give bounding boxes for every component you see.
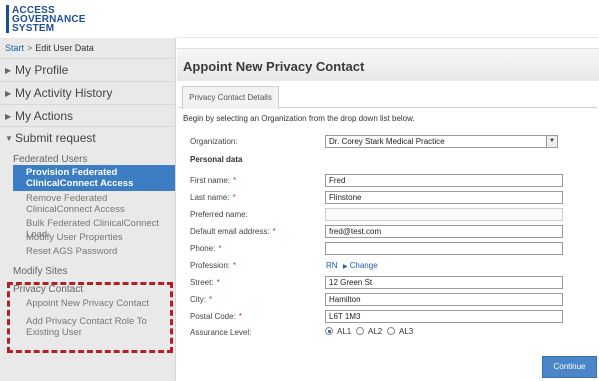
header-strip bbox=[177, 0, 599, 38]
required-marker: * bbox=[238, 312, 242, 321]
page-title: Appoint New Privacy Contact bbox=[183, 59, 365, 74]
breadcrumb: Start > Edit User Data bbox=[5, 43, 94, 53]
required-marker: * bbox=[232, 193, 236, 202]
menu-submit-request-label: Submit request bbox=[15, 131, 96, 145]
tab-row: Privacy Contact Details bbox=[179, 84, 597, 109]
street-label: Street: * bbox=[190, 278, 220, 287]
menu-my-activity-history[interactable]: ▶ My Activity History bbox=[0, 81, 176, 103]
assurance-al1-radio[interactable] bbox=[325, 327, 333, 335]
email-input[interactable]: fred@test.com bbox=[325, 225, 563, 238]
menu-submit-request[interactable]: ▼ Submit request bbox=[0, 126, 176, 148]
breadcrumb-start-link[interactable]: Start bbox=[5, 43, 24, 53]
ags-logo: ACCESS GOVERNANCE SYSTEM bbox=[0, 0, 176, 38]
menu-my-profile[interactable]: ▶ My Profile bbox=[0, 58, 176, 80]
required-marker: * bbox=[209, 295, 213, 304]
link-reset-ags-password[interactable]: Reset AGS Password bbox=[26, 246, 172, 257]
profession-change-link[interactable]: ▶ Change bbox=[343, 261, 378, 270]
city-label: City: * bbox=[190, 295, 212, 304]
profession-label-text: Profession: bbox=[190, 261, 231, 270]
phone-label-text: Phone: bbox=[190, 244, 216, 253]
preferred-name-input[interactable] bbox=[325, 208, 563, 221]
email-label: Default email address: * bbox=[190, 227, 276, 236]
menu-my-actions-label: My Actions bbox=[15, 109, 74, 123]
profession-change-label: Change bbox=[349, 261, 378, 270]
phone-label: Phone: * bbox=[190, 244, 221, 253]
link-appoint-new-privacy-contact[interactable]: Appoint New Privacy Contact bbox=[26, 298, 172, 309]
email-label-text: Default email address: bbox=[190, 227, 270, 236]
personal-data-label: Personal data bbox=[190, 155, 243, 164]
menu-my-actions[interactable]: ▶ My Actions bbox=[0, 104, 176, 126]
main-content: Appoint New Privacy Contact Privacy Cont… bbox=[177, 0, 599, 381]
triangle-right-icon: ▶ bbox=[5, 66, 12, 75]
federated-users-heading: Federated Users bbox=[13, 154, 88, 165]
profession-value: RN bbox=[326, 261, 338, 270]
assurance-al2-radio[interactable] bbox=[356, 327, 364, 335]
assurance-al1-label: AL1 bbox=[337, 327, 352, 336]
link-remove-federated-access[interactable]: Remove Federated ClinicalConnect Access bbox=[26, 193, 172, 215]
breadcrumb-current: Edit User Data bbox=[35, 43, 94, 53]
organization-label: Organization: bbox=[190, 137, 238, 146]
city-input[interactable]: Hamilton bbox=[325, 293, 563, 306]
required-marker: * bbox=[272, 227, 276, 236]
last-name-input[interactable]: Flinstone bbox=[325, 191, 563, 204]
title-bar: Appoint New Privacy Contact bbox=[177, 48, 599, 81]
assurance-level-label: Assurance Level: bbox=[190, 328, 252, 337]
last-name-label: Last name: * bbox=[190, 193, 236, 202]
organization-select[interactable]: Dr. Corey Stark Medical Practice ▼ bbox=[325, 135, 558, 148]
triangle-right-icon: ▶ bbox=[343, 264, 348, 270]
privacy-contact-heading: Privacy Contact bbox=[13, 284, 84, 295]
first-name-input[interactable]: Fred bbox=[325, 174, 563, 187]
link-modify-user-properties[interactable]: Modify User Properties bbox=[26, 232, 172, 243]
link-add-privacy-contact-role[interactable]: Add Privacy Contact Role To Existing Use… bbox=[26, 316, 172, 338]
required-marker: * bbox=[233, 261, 237, 270]
chevron-down-icon[interactable]: ▼ bbox=[546, 136, 557, 147]
last-name-label-text: Last name: bbox=[190, 193, 230, 202]
intro-text: Begin by selecting an Organization from … bbox=[183, 114, 415, 123]
organization-select-value: Dr. Corey Stark Medical Practice bbox=[329, 137, 445, 146]
sidebar: ACCESS GOVERNANCE SYSTEM Start > Edit User… bbox=[0, 0, 176, 381]
breadcrumb-separator: > bbox=[27, 43, 33, 53]
required-marker: * bbox=[233, 176, 237, 185]
assurance-al3-label: AL3 bbox=[399, 327, 414, 336]
first-name-label: First name: * bbox=[190, 176, 236, 185]
continue-button[interactable]: Continue bbox=[542, 356, 597, 378]
postal-code-label-text: Postal Code: bbox=[190, 312, 236, 321]
triangle-right-icon: ▶ bbox=[5, 89, 12, 98]
street-label-text: Street: bbox=[190, 278, 214, 287]
logo-bar bbox=[6, 5, 9, 33]
triangle-down-icon: ▼ bbox=[5, 134, 13, 143]
phone-input[interactable] bbox=[325, 242, 563, 255]
required-marker: * bbox=[218, 244, 222, 253]
tab-privacy-contact-details[interactable]: Privacy Contact Details bbox=[182, 86, 279, 109]
profession-label: Profession: * bbox=[190, 261, 236, 270]
triangle-right-icon: ▶ bbox=[5, 112, 12, 121]
street-input[interactable]: 12 Green St bbox=[325, 276, 563, 289]
first-name-label-text: First name: bbox=[190, 176, 231, 185]
city-label-text: City: bbox=[190, 295, 206, 304]
postal-code-input[interactable]: L6T 1M3 bbox=[325, 310, 563, 323]
menu-my-activity-history-label: My Activity History bbox=[15, 86, 113, 100]
logo-line-3: SYSTEM bbox=[12, 23, 55, 34]
menu-my-profile-label: My Profile bbox=[15, 63, 69, 77]
modify-sites-heading[interactable]: Modify Sites bbox=[13, 266, 67, 277]
required-marker: * bbox=[216, 278, 220, 287]
assurance-al2-label: AL2 bbox=[368, 327, 383, 336]
preferred-name-label: Preferred name: bbox=[190, 210, 248, 219]
link-provision-federated-access[interactable]: Provision Federated ClinicalConnect Acce… bbox=[13, 165, 175, 191]
postal-code-label: Postal Code: * bbox=[190, 312, 242, 321]
assurance-al3-radio[interactable] bbox=[387, 327, 395, 335]
